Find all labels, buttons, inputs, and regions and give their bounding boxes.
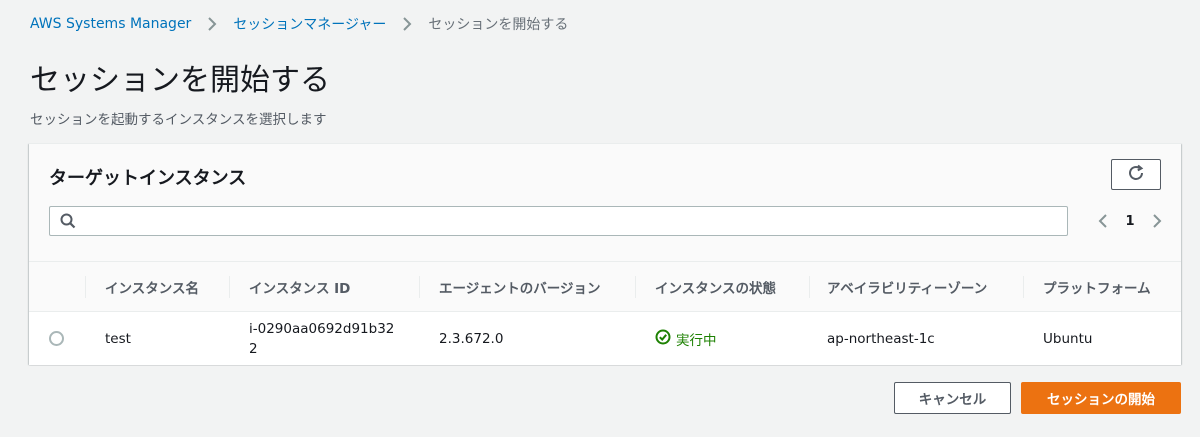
breadcrumb-link-session-manager[interactable]: セッションマネージャー <box>233 14 386 34</box>
table-header: インスタンス名 インスタンス ID エージェントのバージョン インスタンスの状態… <box>29 262 1181 312</box>
refresh-button[interactable] <box>1111 159 1161 190</box>
cell-instance-name: test <box>105 330 131 347</box>
cell-platform: Ubuntu <box>1043 330 1093 347</box>
panel-header: ターゲットインスタンス 1 <box>29 144 1181 262</box>
target-instances-panel: ターゲットインスタンス 1 インスタンス名 インスタンス ID エージェントのバ… <box>29 143 1181 365</box>
breadcrumb-current: セッションを開始する <box>428 17 569 33</box>
breadcrumb-link-systems-manager[interactable]: AWS Systems Manager <box>30 16 191 32</box>
column-header-instance-id[interactable]: インスタンス ID <box>229 262 419 312</box>
row-select-radio[interactable] <box>49 331 64 346</box>
panel-title: ターゲットインスタンス <box>49 168 247 189</box>
cancel-button[interactable]: キャンセル <box>894 382 1011 414</box>
cell-instance-id: i-0290aa0692d91b322 <box>249 320 395 357</box>
chevron-right-icon[interactable] <box>1143 207 1171 235</box>
check-circle-icon <box>655 329 671 349</box>
column-header-platform[interactable]: プラットフォーム <box>1023 262 1181 312</box>
start-session-button[interactable]: セッションの開始 <box>1021 382 1181 414</box>
status-text: 実行中 <box>676 332 717 349</box>
page-description: セッションを起動するインスタンスを選択します <box>30 112 327 128</box>
status-indicator: 実行中 <box>655 329 717 349</box>
chevron-left-icon[interactable] <box>1089 207 1117 235</box>
cell-availability-zone: ap-northeast-1c <box>827 330 935 347</box>
column-header-availability-zone[interactable]: アベイラビリティーゾーン <box>809 262 1023 312</box>
column-header-instance-state[interactable]: インスタンスの状態 <box>635 262 809 312</box>
page-number[interactable]: 1 <box>1117 214 1143 229</box>
search-box[interactable] <box>49 206 1068 236</box>
cell-agent-version: 2.3.672.0 <box>439 330 504 347</box>
search-input[interactable] <box>82 208 1067 234</box>
chevron-right-icon <box>398 15 416 33</box>
search-icon <box>54 207 82 235</box>
breadcrumb: AWS Systems Manager セッションマネージャー セッションを開始… <box>30 14 568 34</box>
pagination: 1 <box>1089 206 1171 236</box>
refresh-icon <box>1127 164 1145 185</box>
page-title: セッションを開始する <box>30 63 330 98</box>
cell-instance-state: 実行中 <box>655 312 717 365</box>
chevron-right-icon <box>203 15 221 33</box>
column-header-agent-version[interactable]: エージェントのバージョン <box>419 262 635 312</box>
table-row[interactable]: test i-0290aa0692d91b322 2.3.672.0 実行中 a… <box>29 312 1181 365</box>
column-header-name[interactable]: インスタンス名 <box>85 262 229 312</box>
